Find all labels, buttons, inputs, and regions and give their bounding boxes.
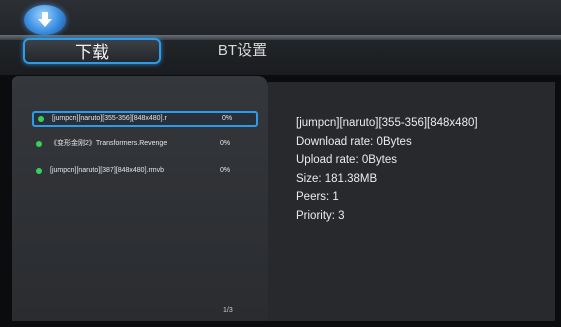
download-list-item[interactable]: [jumpcn][naruto][387][848x480].rmvb 0% (32, 163, 258, 179)
download-name: [jumpcn][naruto][387][848x480].rmvb (50, 167, 165, 174)
detail-download-rate: Download rate: 0Bytes (296, 135, 412, 148)
download-name: [jumpcn][naruto][355-356][848x480].r (52, 115, 167, 122)
download-details: [jumpcn][naruto][355-356][848x480] Downl… (296, 114, 478, 225)
status-dot-icon (38, 116, 44, 122)
tab-download[interactable]: 下载 (23, 38, 161, 64)
detail-upload-rate: Upload rate: 0Bytes (296, 154, 398, 166)
tab-bt-settings[interactable]: BT设置 (205, 38, 280, 64)
detail-size: Size: 181.38MB (296, 172, 378, 185)
download-percent: 0% (220, 167, 231, 174)
download-list-item[interactable]: 《变形金刚2》Transformers.Revenge 0% (32, 136, 258, 152)
status-dot-icon (36, 141, 42, 147)
download-percent: 0% (222, 115, 233, 122)
download-list-item[interactable]: [jumpcn][naruto][355-356][848x480].r 0% (32, 111, 258, 127)
detail-priority: Priority: 3 (296, 209, 345, 222)
download-name: 《变形金刚2》Transformers.Revenge (50, 140, 168, 147)
detail-peers: Peers: 1 (296, 191, 339, 203)
detail-filename: [jumpcn][naruto][355-356][848x480] (296, 117, 478, 129)
download-percent: 0% (220, 140, 231, 147)
download-arrow-icon (24, 5, 66, 35)
page-indicator: 1/3 (223, 307, 233, 314)
status-dot-icon (36, 168, 42, 174)
